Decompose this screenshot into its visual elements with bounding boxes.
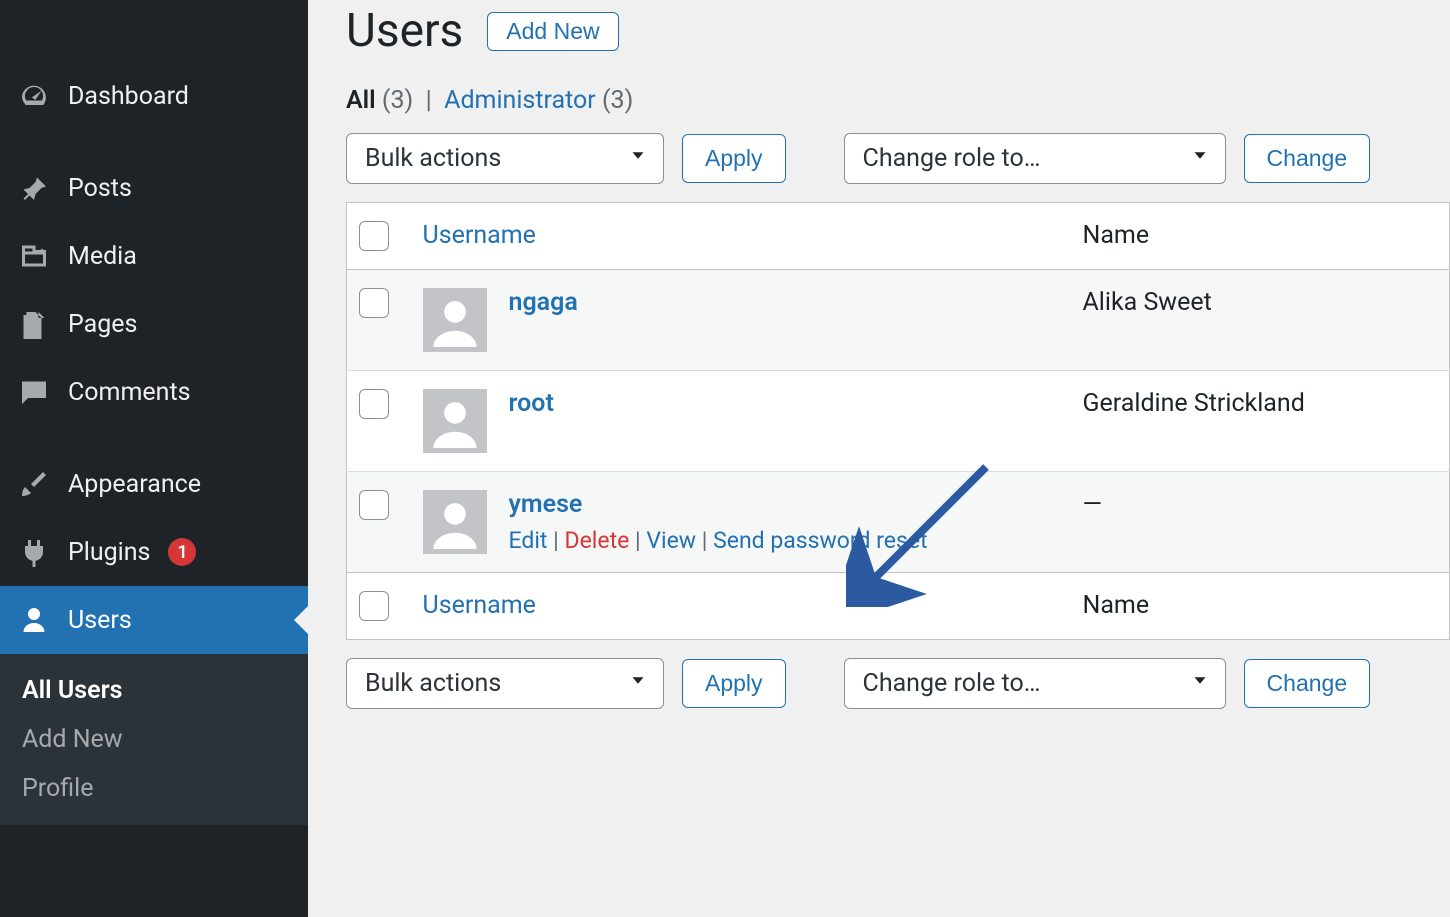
sidebar-item-label: Pages — [68, 310, 137, 339]
pin-icon — [18, 172, 50, 204]
sidebar-item-comments[interactable]: Comments — [0, 358, 308, 426]
user-link[interactable]: ymese — [509, 490, 583, 519]
col-footer-username[interactable]: Username — [423, 591, 536, 620]
row-checkbox[interactable] — [359, 288, 389, 318]
user-icon — [18, 604, 50, 636]
update-badge: 1 — [168, 538, 196, 566]
bulk-actions-select-bottom[interactable]: Bulk actions — [346, 658, 664, 709]
filter-all[interactable]: All (3) — [346, 86, 413, 115]
page-header: Users Add New — [346, 0, 1450, 72]
chevron-down-icon — [627, 144, 649, 173]
admin-sidebar: Dashboard Posts Media Pages Comments App… — [0, 0, 308, 917]
table-row: ymese Edit | Delete | View | Send passwo… — [347, 472, 1450, 573]
sidebar-sub-profile[interactable]: Profile — [0, 764, 308, 813]
sidebar-item-appearance[interactable]: Appearance — [0, 450, 308, 518]
row-checkbox[interactable] — [359, 490, 389, 520]
add-new-button[interactable]: Add New — [487, 12, 618, 51]
sidebar-item-label: Media — [68, 242, 137, 271]
row-checkbox[interactable] — [359, 389, 389, 419]
brush-icon — [18, 468, 50, 500]
bulk-toolbar-top: Bulk actions Apply Change role to… Chang… — [346, 133, 1450, 202]
sidebar-submenu: All Users Add New Profile — [0, 654, 308, 825]
sidebar-item-plugins[interactable]: Plugins 1 — [0, 518, 308, 586]
main-content: Users Add New All (3) | Administrator (3… — [308, 0, 1450, 917]
sidebar-item-dashboard[interactable]: Dashboard — [0, 62, 308, 130]
user-link[interactable]: root — [509, 389, 554, 418]
row-action-send-password-reset[interactable]: Send password reset — [713, 527, 927, 554]
users-table: Username Name ngaga Alika Swee — [346, 202, 1450, 640]
page-title: Users — [346, 4, 463, 58]
sidebar-item-label: Plugins — [68, 538, 150, 567]
apply-button-bottom[interactable]: Apply — [682, 659, 786, 708]
user-name: — — [1083, 490, 1103, 519]
avatar — [423, 490, 487, 554]
bulk-actions-select[interactable]: Bulk actions — [346, 133, 664, 184]
select-all-checkbox-bottom[interactable] — [359, 591, 389, 621]
sidebar-sub-add-new[interactable]: Add New — [0, 715, 308, 764]
dashboard-icon — [18, 80, 50, 112]
media-icon — [18, 240, 50, 272]
sidebar-item-label: Users — [68, 606, 132, 635]
col-footer-name: Name — [1083, 591, 1150, 620]
user-name: Geraldine Strickland — [1083, 389, 1305, 418]
sidebar-item-users[interactable]: Users — [0, 586, 308, 654]
user-link[interactable]: ngaga — [509, 288, 578, 317]
change-role-select-bottom[interactable]: Change role to… — [844, 658, 1226, 709]
pages-icon — [18, 308, 50, 340]
change-button-top[interactable]: Change — [1244, 134, 1371, 183]
chevron-down-icon — [1189, 144, 1211, 173]
sidebar-item-label: Comments — [68, 378, 191, 407]
sidebar-item-media[interactable]: Media — [0, 222, 308, 290]
bulk-toolbar-bottom: Bulk actions Apply Change role to… Chang… — [346, 640, 1450, 727]
comments-icon — [18, 376, 50, 408]
plugin-icon — [18, 536, 50, 568]
sidebar-item-label: Dashboard — [68, 82, 189, 111]
avatar — [423, 288, 487, 352]
row-actions: Edit | Delete | View | Send password res… — [509, 527, 928, 554]
sidebar-item-label: Posts — [68, 174, 132, 203]
col-header-username[interactable]: Username — [423, 221, 536, 250]
sidebar-item-pages[interactable]: Pages — [0, 290, 308, 358]
filter-links: All (3) | Administrator (3) — [346, 72, 1450, 133]
filter-administrator[interactable]: Administrator (3) — [444, 86, 633, 115]
sidebar-item-label: Appearance — [68, 470, 201, 499]
chevron-down-icon — [627, 669, 649, 698]
change-button-bottom[interactable]: Change — [1244, 659, 1371, 708]
table-row: ngaga Alika Sweet — [347, 270, 1450, 371]
table-row: root Geraldine Strickland — [347, 371, 1450, 472]
row-action-delete[interactable]: Delete — [565, 527, 630, 554]
sidebar-sub-all-users[interactable]: All Users — [0, 666, 308, 715]
col-header-name: Name — [1083, 221, 1150, 250]
row-action-edit[interactable]: Edit — [509, 527, 548, 554]
select-all-checkbox-top[interactable] — [359, 221, 389, 251]
apply-button-top[interactable]: Apply — [682, 134, 786, 183]
chevron-down-icon — [1189, 669, 1211, 698]
user-name: Alika Sweet — [1083, 288, 1212, 317]
sidebar-item-posts[interactable]: Posts — [0, 154, 308, 222]
row-action-view[interactable]: View — [646, 527, 696, 554]
change-role-select[interactable]: Change role to… — [844, 133, 1226, 184]
avatar — [423, 389, 487, 453]
